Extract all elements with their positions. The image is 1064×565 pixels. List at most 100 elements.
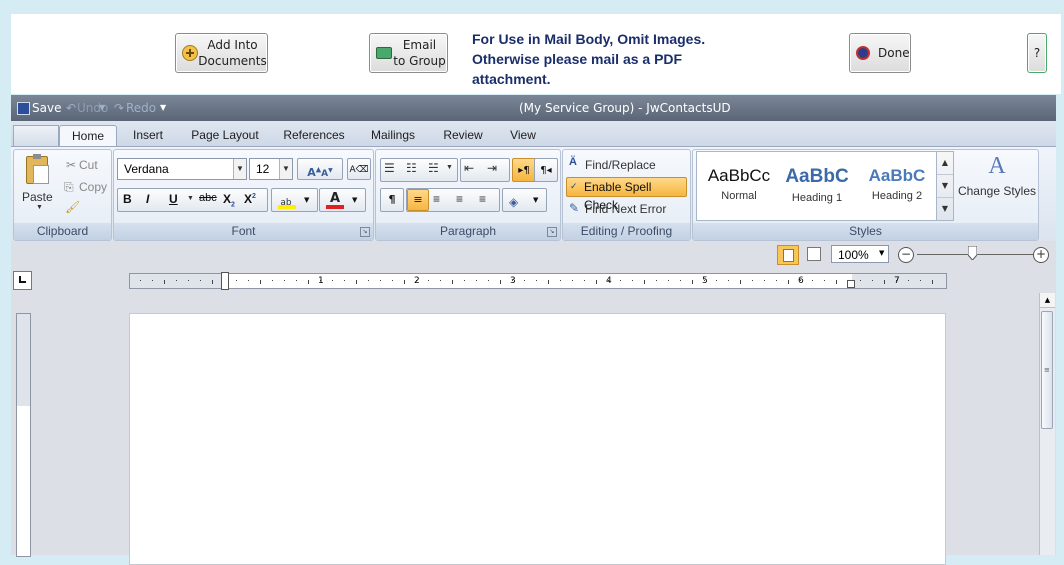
font-size-dropdown-icon[interactable]: ▼ <box>279 159 292 179</box>
font-family-select[interactable]: Verdana ▼ <box>117 158 247 180</box>
styles-scroll-down-icon[interactable]: ▼ <box>937 175 953 198</box>
ruler-ticks <box>140 280 933 284</box>
ruler-tick <box>908 280 909 281</box>
style-heading-1[interactable]: AaBbC Heading 1 <box>785 166 849 204</box>
print-layout-icon[interactable] <box>777 245 799 265</box>
multilevel-list-icon[interactable]: ☵ <box>428 161 439 175</box>
tab-stop-selector[interactable] <box>13 271 32 290</box>
tab-insert[interactable]: Insert <box>123 125 173 147</box>
scrollbar-thumb[interactable]: ≡ <box>1041 311 1053 429</box>
clear-formatting-button[interactable]: A⌫ <box>347 158 371 180</box>
vertical-scrollbar[interactable]: ▲ ≡ <box>1039 293 1055 555</box>
ruler-tick <box>536 280 537 281</box>
ruler-tick <box>788 280 789 284</box>
styles-more-icon[interactable]: ▼ <box>937 198 953 220</box>
mail-notice: For Use in Mail Body, Omit Images. Other… <box>472 29 762 89</box>
draft-view-icon[interactable] <box>807 247 821 261</box>
zoom-out-icon[interactable]: − <box>898 247 914 263</box>
styles-scroll-up-icon[interactable]: ▲ <box>937 152 953 175</box>
increase-indent-icon[interactable]: ⇥ <box>487 161 497 175</box>
zoom-dropdown-icon[interactable]: ▼ <box>879 249 884 257</box>
list-dropdown-icon[interactable]: ▼ <box>446 164 453 171</box>
copy-button[interactable]: Copy <box>79 180 107 194</box>
tab-page-layout[interactable]: Page Layout <box>183 125 267 147</box>
align-left-button[interactable]: ≡ <box>407 189 429 211</box>
tab-review[interactable]: Review <box>437 125 489 147</box>
email-to-group-button[interactable]: Email to Group <box>369 33 448 73</box>
highlight-dropdown-icon[interactable]: ▼ <box>304 189 309 211</box>
tab-home[interactable]: Home <box>59 125 117 148</box>
bullets-icon[interactable]: ☰ <box>384 161 395 175</box>
app-window: Add Into Documents Email to Group Done ?… <box>0 0 1064 565</box>
redo-button[interactable]: Redo <box>126 101 156 115</box>
undo-dropdown-icon[interactable]: ▼ <box>99 103 105 112</box>
subscript-button[interactable]: X2 <box>223 192 235 208</box>
style-heading-2[interactable]: AaBbC Heading 2 <box>863 166 931 202</box>
style-heading-1-name: Heading 1 <box>791 192 843 204</box>
font-color-button[interactable]: A ▼ <box>319 188 366 212</box>
show-marks-button[interactable]: ¶ <box>380 188 404 212</box>
zoom-in-icon[interactable]: + <box>1033 247 1049 263</box>
document-page[interactable] <box>129 313 946 565</box>
quick-access-dropdown-icon[interactable]: ▼ <box>160 103 166 112</box>
ltr-button[interactable]: ▸¶ <box>512 158 536 182</box>
ruler-tick <box>152 280 153 281</box>
strikethrough-button[interactable]: abc <box>199 192 217 204</box>
underline-dropdown-icon[interactable]: ▼ <box>187 195 194 202</box>
spell-check-toggle[interactable]: ✓ Enable Spell Check <box>566 177 687 212</box>
paste-button[interactable]: Paste ▼ <box>18 152 58 218</box>
right-indent-marker-icon[interactable] <box>847 280 855 288</box>
tab-mailings[interactable]: Mailings <box>363 125 423 147</box>
zoom-slider-track[interactable] <box>917 254 1041 255</box>
left-indent-marker-icon[interactable] <box>221 272 229 290</box>
highlight-color-button[interactable]: ab ▼ <box>271 188 318 212</box>
font-color-dropdown-icon[interactable]: ▼ <box>352 189 357 211</box>
paragraph-dialog-launcher-icon[interactable]: ↘ <box>547 227 557 237</box>
zoom-slider-thumb[interactable] <box>968 246 977 260</box>
ruler-tick <box>812 280 813 281</box>
align-right-icon[interactable]: ≡ <box>456 192 463 206</box>
shading-dropdown-icon[interactable]: ▼ <box>533 189 538 211</box>
format-painter-icon[interactable]: 🖌 <box>65 200 80 214</box>
rtl-button[interactable]: ¶◂ <box>534 158 558 182</box>
style-normal-name: Normal <box>721 190 757 202</box>
save-icon[interactable] <box>17 102 30 115</box>
find-next-error-button[interactable]: Find Next Error <box>585 202 666 216</box>
add-into-documents-label-2: Documents <box>198 54 267 68</box>
numbering-icon[interactable]: ☷ <box>406 161 417 175</box>
done-button[interactable]: Done <box>849 33 911 73</box>
decrease-indent-icon[interactable]: ⇤ <box>464 161 474 175</box>
font-grow-shrink-button[interactable]: A▲A▼ <box>297 158 343 180</box>
style-normal[interactable]: AaBbCc Normal <box>705 166 773 202</box>
font-family-value: Verdana <box>124 162 169 176</box>
cut-button[interactable]: Cut <box>79 158 98 172</box>
vertical-ruler[interactable] <box>16 313 31 557</box>
grow-font-icon: A▲ <box>307 165 322 179</box>
align-center-icon[interactable]: ≡ <box>433 192 440 206</box>
tab-references[interactable]: References <box>277 125 351 147</box>
bold-button[interactable]: B <box>123 192 132 206</box>
font-family-dropdown-icon[interactable]: ▼ <box>233 159 246 179</box>
help-button[interactable]: ? <box>1027 33 1047 73</box>
undo-icon[interactable]: ↶ <box>66 101 76 115</box>
help-label: ? <box>1033 46 1041 60</box>
underline-button[interactable]: U <box>169 192 178 206</box>
ruler-tick <box>452 280 453 284</box>
superscript-button[interactable]: X2 <box>244 192 256 206</box>
italic-button[interactable]: I <box>146 192 149 206</box>
editing-group-label: Editing / Proofing <box>563 223 690 240</box>
clipboard-group: Paste ▼ ✂ Cut ⎘ Copy 🖌 Clipboard <box>13 149 112 241</box>
justify-icon[interactable]: ≡ <box>479 192 486 206</box>
font-dialog-launcher-icon[interactable]: ↘ <box>360 227 370 237</box>
horizontal-ruler[interactable]: 1 2 3 4 5 6 7 <box>129 272 947 290</box>
shading-button[interactable]: ◈ ▼ <box>502 188 547 212</box>
app-menu-tab[interactable] <box>13 125 59 147</box>
add-into-documents-button[interactable]: Add Into Documents <box>175 33 268 73</box>
scroll-up-icon[interactable]: ▲ <box>1040 293 1055 308</box>
change-styles-button[interactable]: A Change Styles <box>957 151 1037 219</box>
save-button[interactable]: Save <box>32 101 61 115</box>
font-size-select[interactable]: 12 ▼ <box>249 158 293 180</box>
tab-view[interactable]: View <box>501 125 545 147</box>
find-replace-button[interactable]: Find/Replace <box>585 158 656 172</box>
redo-icon[interactable]: ↷ <box>114 101 124 115</box>
